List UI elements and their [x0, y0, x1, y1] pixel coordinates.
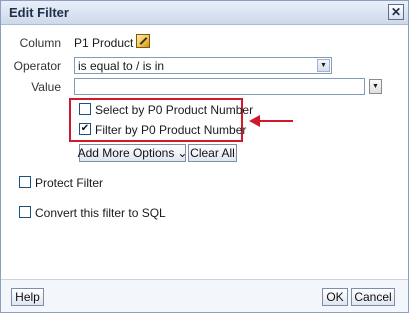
- cancel-button[interactable]: Cancel: [351, 288, 395, 306]
- chevron-down-icon[interactable]: ▼: [317, 59, 330, 72]
- chevron-down-icon: ⌄: [177, 146, 188, 160]
- edit-pencil-icon[interactable]: [136, 34, 150, 48]
- ok-button[interactable]: OK: [322, 288, 348, 306]
- column-value: P1 Product: [74, 36, 134, 50]
- value-input[interactable]: [74, 78, 365, 95]
- protect-filter-label: Protect Filter: [35, 176, 104, 190]
- value-label: Value: [31, 80, 61, 94]
- add-more-options-button[interactable]: Add More Options ⌄: [77, 144, 188, 162]
- dialog-title: Edit Filter: [9, 5, 69, 20]
- add-more-options-label: Add More Options: [77, 146, 175, 160]
- operator-label: Operator: [13, 59, 61, 73]
- dialog-titlebar: Edit Filter ✕: [1, 1, 408, 25]
- clear-all-button[interactable]: Clear All: [188, 144, 237, 162]
- filter-by-label: Filter by P0 Product Number: [95, 123, 247, 137]
- value-dropdown-icon[interactable]: ▼: [369, 79, 382, 94]
- close-icon[interactable]: ✕: [388, 4, 404, 20]
- column-label: Column: [19, 36, 61, 50]
- operator-value: is equal to / is in: [78, 59, 165, 73]
- protect-filter-checkbox[interactable]: [19, 176, 31, 188]
- operator-select[interactable]: is equal to / is in ▼: [74, 57, 332, 74]
- edit-filter-dialog: Edit Filter ✕ Column P1 Product Operator…: [0, 0, 409, 313]
- convert-sql-checkbox[interactable]: [19, 206, 31, 218]
- annotation-arrow-line: [259, 120, 293, 122]
- convert-sql-label: Convert this filter to SQL: [35, 206, 166, 220]
- select-by-checkbox[interactable]: [79, 103, 91, 115]
- select-by-label: Select by P0 Product Number: [95, 103, 254, 117]
- filter-by-checkbox[interactable]: ✔: [79, 123, 91, 135]
- help-button[interactable]: Help: [11, 288, 44, 306]
